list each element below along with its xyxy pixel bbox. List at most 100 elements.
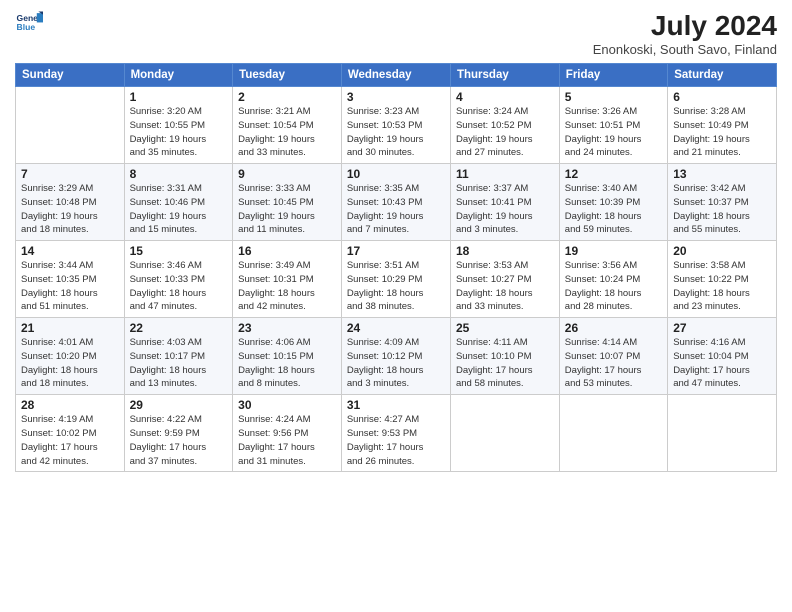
table-row: 24Sunrise: 4:09 AM Sunset: 10:12 PM Dayl… bbox=[341, 318, 450, 395]
table-row: 4Sunrise: 3:24 AM Sunset: 10:52 PM Dayli… bbox=[450, 87, 559, 164]
day-info: Sunrise: 4:01 AM Sunset: 10:20 PM Daylig… bbox=[21, 336, 119, 391]
day-number: 26 bbox=[565, 321, 662, 335]
day-info: Sunrise: 3:26 AM Sunset: 10:51 PM Daylig… bbox=[565, 105, 662, 160]
day-number: 10 bbox=[347, 167, 445, 181]
day-info: Sunrise: 3:35 AM Sunset: 10:43 PM Daylig… bbox=[347, 182, 445, 237]
table-row: 25Sunrise: 4:11 AM Sunset: 10:10 PM Dayl… bbox=[450, 318, 559, 395]
col-sunday: Sunday bbox=[16, 64, 125, 87]
day-info: Sunrise: 3:37 AM Sunset: 10:41 PM Daylig… bbox=[456, 182, 554, 237]
day-number: 19 bbox=[565, 244, 662, 258]
day-info: Sunrise: 3:20 AM Sunset: 10:55 PM Daylig… bbox=[130, 105, 228, 160]
table-row: 30Sunrise: 4:24 AM Sunset: 9:56 PM Dayli… bbox=[233, 395, 342, 472]
day-info: Sunrise: 4:19 AM Sunset: 10:02 PM Daylig… bbox=[21, 413, 119, 468]
table-row: 31Sunrise: 4:27 AM Sunset: 9:53 PM Dayli… bbox=[341, 395, 450, 472]
col-friday: Friday bbox=[559, 64, 667, 87]
day-number: 22 bbox=[130, 321, 228, 335]
col-saturday: Saturday bbox=[668, 64, 777, 87]
day-number: 30 bbox=[238, 398, 336, 412]
day-number: 31 bbox=[347, 398, 445, 412]
title-block: July 2024 Enonkoski, South Savo, Finland bbox=[593, 10, 777, 57]
table-row: 27Sunrise: 4:16 AM Sunset: 10:04 PM Dayl… bbox=[668, 318, 777, 395]
table-row: 2Sunrise: 3:21 AM Sunset: 10:54 PM Dayli… bbox=[233, 87, 342, 164]
logo-icon: General Blue bbox=[15, 10, 43, 38]
day-info: Sunrise: 3:28 AM Sunset: 10:49 PM Daylig… bbox=[673, 105, 771, 160]
day-info: Sunrise: 3:44 AM Sunset: 10:35 PM Daylig… bbox=[21, 259, 119, 314]
day-number: 5 bbox=[565, 90, 662, 104]
table-row: 29Sunrise: 4:22 AM Sunset: 9:59 PM Dayli… bbox=[124, 395, 233, 472]
table-row: 20Sunrise: 3:58 AM Sunset: 10:22 PM Dayl… bbox=[668, 241, 777, 318]
day-number: 27 bbox=[673, 321, 771, 335]
table-row: 8Sunrise: 3:31 AM Sunset: 10:46 PM Dayli… bbox=[124, 164, 233, 241]
day-info: Sunrise: 3:21 AM Sunset: 10:54 PM Daylig… bbox=[238, 105, 336, 160]
table-row: 16Sunrise: 3:49 AM Sunset: 10:31 PM Dayl… bbox=[233, 241, 342, 318]
day-number: 1 bbox=[130, 90, 228, 104]
col-wednesday: Wednesday bbox=[341, 64, 450, 87]
day-number: 11 bbox=[456, 167, 554, 181]
day-number: 6 bbox=[673, 90, 771, 104]
day-number: 15 bbox=[130, 244, 228, 258]
table-row: 13Sunrise: 3:42 AM Sunset: 10:37 PM Dayl… bbox=[668, 164, 777, 241]
day-number: 24 bbox=[347, 321, 445, 335]
col-thursday: Thursday bbox=[450, 64, 559, 87]
day-info: Sunrise: 4:27 AM Sunset: 9:53 PM Dayligh… bbox=[347, 413, 445, 468]
day-number: 8 bbox=[130, 167, 228, 181]
table-row: 18Sunrise: 3:53 AM Sunset: 10:27 PM Dayl… bbox=[450, 241, 559, 318]
day-number: 16 bbox=[238, 244, 336, 258]
day-info: Sunrise: 3:49 AM Sunset: 10:31 PM Daylig… bbox=[238, 259, 336, 314]
day-info: Sunrise: 4:16 AM Sunset: 10:04 PM Daylig… bbox=[673, 336, 771, 391]
day-info: Sunrise: 4:14 AM Sunset: 10:07 PM Daylig… bbox=[565, 336, 662, 391]
table-row: 22Sunrise: 4:03 AM Sunset: 10:17 PM Dayl… bbox=[124, 318, 233, 395]
day-info: Sunrise: 3:46 AM Sunset: 10:33 PM Daylig… bbox=[130, 259, 228, 314]
calendar-table: Sunday Monday Tuesday Wednesday Thursday… bbox=[15, 63, 777, 472]
table-row: 12Sunrise: 3:40 AM Sunset: 10:39 PM Dayl… bbox=[559, 164, 667, 241]
calendar-body: 1Sunrise: 3:20 AM Sunset: 10:55 PM Dayli… bbox=[16, 87, 777, 472]
day-info: Sunrise: 3:29 AM Sunset: 10:48 PM Daylig… bbox=[21, 182, 119, 237]
logo: General Blue General Blue bbox=[15, 10, 43, 38]
day-info: Sunrise: 3:42 AM Sunset: 10:37 PM Daylig… bbox=[673, 182, 771, 237]
table-row: 14Sunrise: 3:44 AM Sunset: 10:35 PM Dayl… bbox=[16, 241, 125, 318]
day-number: 20 bbox=[673, 244, 771, 258]
day-number: 4 bbox=[456, 90, 554, 104]
table-row: 1Sunrise: 3:20 AM Sunset: 10:55 PM Dayli… bbox=[124, 87, 233, 164]
month-title: July 2024 bbox=[593, 10, 777, 42]
day-number: 12 bbox=[565, 167, 662, 181]
col-tuesday: Tuesday bbox=[233, 64, 342, 87]
table-row: 5Sunrise: 3:26 AM Sunset: 10:51 PM Dayli… bbox=[559, 87, 667, 164]
day-info: Sunrise: 3:33 AM Sunset: 10:45 PM Daylig… bbox=[238, 182, 336, 237]
table-row: 28Sunrise: 4:19 AM Sunset: 10:02 PM Dayl… bbox=[16, 395, 125, 472]
svg-text:Blue: Blue bbox=[17, 22, 36, 32]
table-row: 17Sunrise: 3:51 AM Sunset: 10:29 PM Dayl… bbox=[341, 241, 450, 318]
day-info: Sunrise: 3:56 AM Sunset: 10:24 PM Daylig… bbox=[565, 259, 662, 314]
day-info: Sunrise: 3:53 AM Sunset: 10:27 PM Daylig… bbox=[456, 259, 554, 314]
page-header: General Blue General Blue July 2024 Enon… bbox=[15, 10, 777, 57]
table-row bbox=[668, 395, 777, 472]
location: Enonkoski, South Savo, Finland bbox=[593, 42, 777, 57]
day-info: Sunrise: 4:03 AM Sunset: 10:17 PM Daylig… bbox=[130, 336, 228, 391]
day-info: Sunrise: 3:24 AM Sunset: 10:52 PM Daylig… bbox=[456, 105, 554, 160]
day-info: Sunrise: 3:58 AM Sunset: 10:22 PM Daylig… bbox=[673, 259, 771, 314]
table-row bbox=[450, 395, 559, 472]
day-number: 2 bbox=[238, 90, 336, 104]
day-info: Sunrise: 4:11 AM Sunset: 10:10 PM Daylig… bbox=[456, 336, 554, 391]
table-row: 11Sunrise: 3:37 AM Sunset: 10:41 PM Dayl… bbox=[450, 164, 559, 241]
day-info: Sunrise: 3:40 AM Sunset: 10:39 PM Daylig… bbox=[565, 182, 662, 237]
calendar-header-row: Sunday Monday Tuesday Wednesday Thursday… bbox=[16, 64, 777, 87]
day-number: 23 bbox=[238, 321, 336, 335]
day-number: 7 bbox=[21, 167, 119, 181]
table-row: 26Sunrise: 4:14 AM Sunset: 10:07 PM Dayl… bbox=[559, 318, 667, 395]
day-info: Sunrise: 4:09 AM Sunset: 10:12 PM Daylig… bbox=[347, 336, 445, 391]
col-monday: Monday bbox=[124, 64, 233, 87]
day-number: 25 bbox=[456, 321, 554, 335]
table-row bbox=[559, 395, 667, 472]
day-info: Sunrise: 3:23 AM Sunset: 10:53 PM Daylig… bbox=[347, 105, 445, 160]
day-number: 17 bbox=[347, 244, 445, 258]
table-row: 6Sunrise: 3:28 AM Sunset: 10:49 PM Dayli… bbox=[668, 87, 777, 164]
day-number: 13 bbox=[673, 167, 771, 181]
day-number: 29 bbox=[130, 398, 228, 412]
day-number: 14 bbox=[21, 244, 119, 258]
table-row: 15Sunrise: 3:46 AM Sunset: 10:33 PM Dayl… bbox=[124, 241, 233, 318]
day-info: Sunrise: 3:51 AM Sunset: 10:29 PM Daylig… bbox=[347, 259, 445, 314]
day-info: Sunrise: 4:06 AM Sunset: 10:15 PM Daylig… bbox=[238, 336, 336, 391]
table-row: 10Sunrise: 3:35 AM Sunset: 10:43 PM Dayl… bbox=[341, 164, 450, 241]
day-number: 28 bbox=[21, 398, 119, 412]
